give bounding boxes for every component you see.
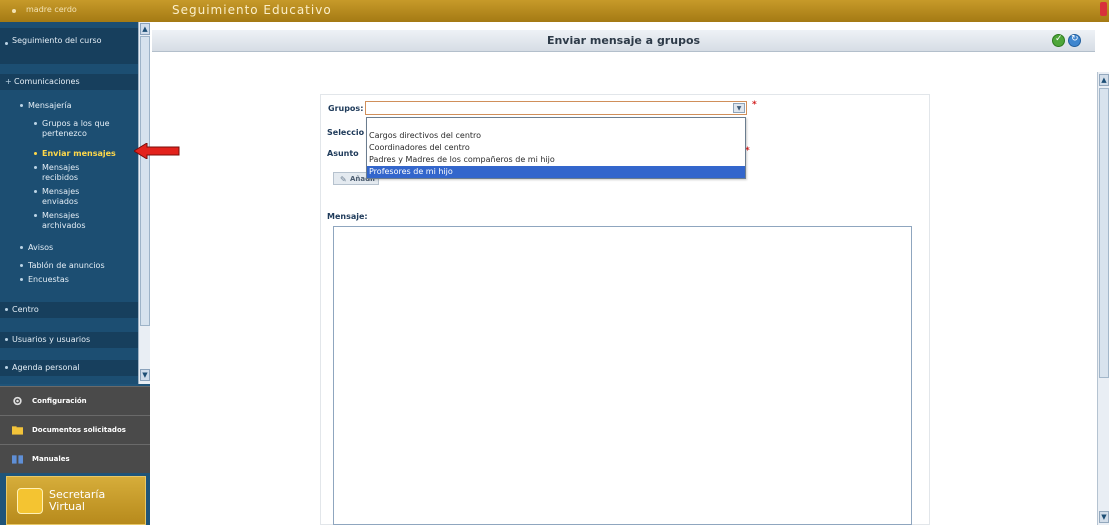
mensaje-label: Mensaje: [327, 212, 368, 221]
scroll-thumb[interactable] [1099, 88, 1109, 378]
plus-icon: + [5, 77, 12, 86]
dropdown-option[interactable]: Padres y Madres de los compañeros de mi … [367, 154, 745, 166]
sidebar-item-label: Avisos [28, 243, 54, 252]
sidebar-item-configuracion[interactable]: Configuración [0, 386, 150, 415]
sidebar-item-grupos[interactable]: Grupos a los que pertenezco [0, 118, 138, 140]
bullet-icon [5, 42, 8, 45]
sidebar-item-label: Manuales [32, 455, 70, 463]
sidebar-item-label: Mensajes recibidos [42, 163, 80, 182]
bullet-icon [20, 264, 23, 267]
grupos-label: Grupos: [328, 104, 364, 113]
sidebar-item-label: Mensajes enviados [42, 187, 80, 206]
sidebar-item-label: Mensajes archivados [42, 211, 86, 230]
bullet-icon [34, 166, 37, 169]
briefcase-icon [17, 488, 43, 514]
sidebar-item-label: Documentos solicitados [32, 426, 126, 434]
bullet-icon [5, 366, 8, 369]
sidebar-item-tablon[interactable]: Tablón de anuncios [0, 260, 138, 272]
content-header: Enviar mensaje a grupos [152, 30, 1095, 52]
page-title: Enviar mensaje a grupos [546, 34, 701, 47]
bullet-icon [34, 122, 37, 125]
chevron-down-icon[interactable]: ▼ [733, 103, 745, 113]
seleccion-label: Seleccio [327, 128, 365, 137]
folder-icon [12, 426, 23, 435]
sidebar-item-label: Tablón de anuncios [28, 261, 105, 270]
sidebar-item-label: Agenda personal [12, 363, 80, 372]
gear-icon [13, 396, 22, 406]
sidebar-item-enviados[interactable]: Mensajes enviados [0, 186, 138, 208]
top-bar: madre cerdo Seguimiento Educativo [0, 0, 1109, 22]
paperclip-icon: ✎ [340, 175, 347, 184]
sidebar-item-label: Grupos a los que pertenezco [42, 119, 110, 138]
sidebar-scrollbar[interactable]: ▲ ▼ [138, 22, 150, 384]
message-textarea[interactable] [333, 226, 912, 525]
bullet-icon [20, 104, 23, 107]
sidebar-item-usuarios[interactable]: Usuarios y usuarios [0, 332, 138, 348]
sidebar-item-label: Comunicaciones [14, 77, 80, 86]
user-icon [12, 9, 16, 13]
scroll-down-icon[interactable]: ▼ [140, 369, 150, 381]
required-mark: * [752, 100, 757, 110]
sidebar-item-agenda[interactable]: Agenda personal [0, 360, 138, 376]
bullet-icon [20, 278, 23, 281]
bullet-icon [34, 152, 37, 155]
secretaria-virtual[interactable]: Secretaría Virtual [6, 476, 146, 525]
sidebar-item-label: Seguimiento del curso [12, 36, 102, 45]
sidebar-item-manuales[interactable]: Manuales [0, 444, 150, 473]
scroll-thumb[interactable] [140, 36, 150, 326]
book-icon [12, 455, 23, 464]
secretaria-label: Secretaría Virtual [49, 488, 106, 513]
check-icon[interactable] [1052, 34, 1065, 47]
user-name[interactable]: madre cerdo [26, 5, 77, 14]
sidebar-item-centro[interactable]: Centro [0, 302, 138, 318]
dropdown-option[interactable]: Coordinadores del centro [367, 142, 745, 154]
grupos-select[interactable]: ▼ [365, 101, 747, 115]
grupos-dropdown-list[interactable]: Cargos directivos del centro Coordinador… [366, 117, 746, 179]
sidebar-item-label: Centro [12, 305, 39, 314]
sidebar-nav: Seguimiento del curso + Comunicaciones M… [0, 22, 138, 384]
bullet-icon [5, 308, 8, 311]
bullet-icon [20, 246, 23, 249]
sidebar-item-label: Mensajería [28, 101, 72, 110]
sidebar-item-label: Encuestas [28, 275, 69, 284]
asunto-label: Asunto [327, 149, 359, 158]
refresh-icon[interactable] [1068, 34, 1081, 47]
bullet-icon [34, 214, 37, 217]
sidebar-item-comunicaciones[interactable]: + Comunicaciones [0, 74, 138, 90]
scroll-up-icon[interactable]: ▲ [1099, 74, 1109, 86]
sidebar-item-encuestas[interactable]: Encuestas [0, 274, 138, 286]
scroll-up-icon[interactable]: ▲ [140, 23, 150, 35]
sidebar-item-avisos[interactable]: Avisos [0, 242, 138, 254]
sidebar-item-mensajeria[interactable]: Mensajería [0, 100, 138, 112]
app-title: Seguimiento Educativo [172, 3, 332, 17]
sidebar-item-label: Usuarios y usuarios [12, 335, 91, 344]
bullet-icon [34, 190, 37, 193]
arrow-left-icon [134, 143, 180, 159]
sidebar-item-documentos[interactable]: Documentos solicitados [0, 415, 150, 444]
sidebar-item-label: Configuración [32, 397, 87, 405]
sidebar: Seguimiento del curso + Comunicaciones M… [0, 22, 150, 525]
sidebar-item-seguimiento[interactable]: Seguimiento del curso [0, 28, 138, 64]
sidebar-item-enviar-mensajes[interactable]: Enviar mensajes [0, 148, 138, 160]
dropdown-option-selected[interactable]: Profesores de mi hijo [367, 166, 745, 178]
scroll-down-icon[interactable]: ▼ [1099, 511, 1109, 523]
bullet-icon [5, 338, 8, 341]
sidebar-item-archivados[interactable]: Mensajes archivados [0, 210, 138, 232]
dropdown-option[interactable]: Cargos directivos del centro [367, 130, 745, 142]
close-icon[interactable] [1100, 2, 1107, 16]
sidebar-item-label: Enviar mensajes [42, 149, 116, 158]
sidebar-item-recibidos[interactable]: Mensajes recibidos [0, 162, 138, 184]
content-scrollbar[interactable]: ▲ ▼ [1097, 72, 1109, 525]
